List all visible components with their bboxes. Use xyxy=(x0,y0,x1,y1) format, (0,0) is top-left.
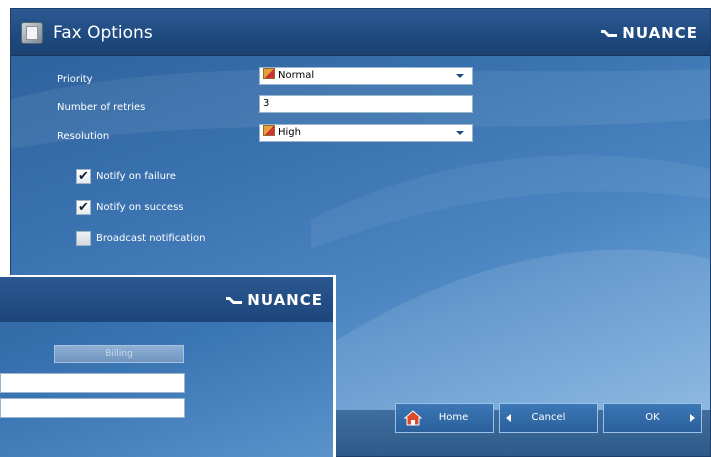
priority-value: Normal xyxy=(278,70,315,81)
resolution-flag-icon xyxy=(263,125,275,136)
resolution-label: Resolution xyxy=(57,131,110,142)
window-title: Fax Options xyxy=(53,23,153,43)
billing-input-2[interactable] xyxy=(0,398,185,418)
nuance-logo-mark-icon xyxy=(226,297,243,304)
priority-label: Priority xyxy=(57,74,93,85)
cancel-button[interactable]: Cancel xyxy=(499,403,598,433)
ok-label: OK xyxy=(645,412,660,423)
nuance-logo-secondary: NUANCE xyxy=(226,291,323,309)
cancel-label: Cancel xyxy=(531,412,566,423)
home-label: Home xyxy=(438,412,469,423)
fax-app-icon xyxy=(21,22,43,44)
broadcast-notification-checkbox[interactable] xyxy=(76,231,91,246)
arrow-left-icon xyxy=(506,414,511,422)
home-button[interactable]: Home xyxy=(395,403,494,433)
arrow-right-icon xyxy=(690,414,695,422)
brand-text: NUANCE xyxy=(622,24,698,42)
notify-success-label: Notify on success xyxy=(96,202,184,213)
billing-window: NUANCE Billing xyxy=(0,275,336,457)
broadcast-notification-label: Broadcast notification xyxy=(96,233,206,244)
notify-failure-checkbox[interactable]: ✔ xyxy=(76,169,91,184)
title-bar: Fax Options NUANCE xyxy=(11,9,710,56)
nuance-logo-mark-icon xyxy=(601,30,618,37)
billing-input-1[interactable] xyxy=(0,373,185,393)
chevron-down-icon xyxy=(456,74,464,78)
brand-text-secondary: NUANCE xyxy=(247,291,323,309)
priority-flag-icon xyxy=(263,68,275,79)
notify-success-checkbox[interactable]: ✔ xyxy=(76,200,91,215)
notify-failure-label: Notify on failure xyxy=(96,171,176,182)
home-icon xyxy=(404,410,422,426)
priority-dropdown[interactable]: Normal xyxy=(259,67,473,85)
nuance-logo: NUANCE xyxy=(601,24,698,42)
chevron-down-icon xyxy=(456,131,464,135)
retries-label: Number of retries xyxy=(57,102,146,113)
billing-window-title-bar: NUANCE xyxy=(0,277,333,322)
retries-input[interactable]: 3 xyxy=(259,95,473,113)
billing-button[interactable]: Billing xyxy=(54,345,184,363)
resolution-value: High xyxy=(278,127,301,138)
resolution-dropdown[interactable]: High xyxy=(259,124,473,142)
ok-button[interactable]: OK xyxy=(603,403,702,433)
